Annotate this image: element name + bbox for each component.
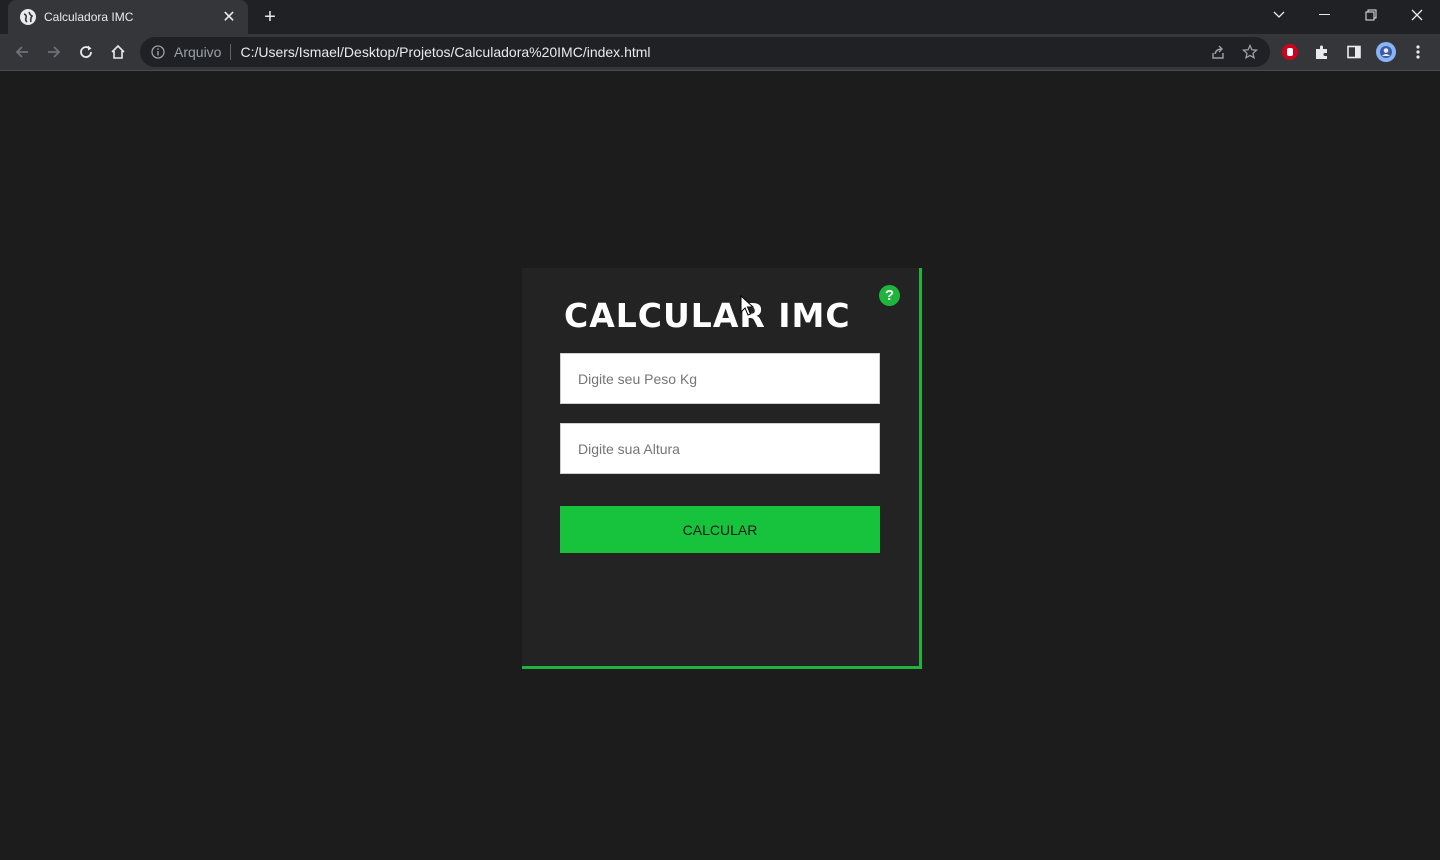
new-tab-icon[interactable]: + — [258, 6, 282, 28]
tab-search-icon[interactable] — [1256, 0, 1302, 30]
imc-calculator-card: ? CALCULAR IMC CALCULAR — [522, 268, 922, 669]
tab-title: Calculadora IMC — [44, 10, 134, 24]
window-controls — [1256, 0, 1440, 30]
address-scheme-label: Arquivo — [174, 44, 222, 60]
browser-tab-bar: Calculadora IMC ✕ + — [0, 0, 1440, 34]
profile-avatar-icon[interactable] — [1372, 38, 1400, 66]
restore-icon[interactable] — [1348, 0, 1394, 30]
forward-icon[interactable] — [40, 38, 68, 66]
bookmark-star-icon[interactable] — [1238, 40, 1262, 64]
page-viewport: ? CALCULAR IMC CALCULAR — [0, 72, 1440, 860]
info-icon[interactable] — [150, 44, 166, 60]
browser-toolbar: Arquivo C:/Users/Ismael/Desktop/Projetos… — [0, 34, 1440, 71]
help-question-icon[interactable]: ? — [879, 285, 900, 306]
side-panel-icon[interactable] — [1340, 38, 1368, 66]
back-icon[interactable] — [8, 38, 36, 66]
calcular-button[interactable]: CALCULAR — [560, 506, 880, 553]
close-window-icon[interactable] — [1394, 0, 1440, 30]
adblock-extension-icon[interactable] — [1276, 38, 1304, 66]
mouse-cursor-icon — [740, 295, 754, 316]
share-icon[interactable] — [1206, 40, 1230, 64]
altura-input[interactable] — [560, 423, 880, 474]
close-tab-icon[interactable]: ✕ — [220, 8, 238, 26]
reload-icon[interactable] — [72, 38, 100, 66]
extensions-puzzle-icon[interactable] — [1308, 38, 1336, 66]
browser-tab[interactable]: Calculadora IMC ✕ — [8, 0, 248, 34]
address-url[interactable]: C:/Users/Ismael/Desktop/Projetos/Calcula… — [240, 44, 650, 60]
address-separator — [230, 44, 232, 60]
browser-menu-icon[interactable] — [1404, 38, 1432, 66]
home-icon[interactable] — [104, 38, 132, 66]
page-title: CALCULAR IMC — [564, 296, 851, 335]
globe-icon — [20, 9, 36, 25]
peso-input[interactable] — [560, 353, 880, 404]
minimize-icon[interactable] — [1302, 0, 1348, 30]
address-bar[interactable]: Arquivo C:/Users/Ismael/Desktop/Projetos… — [140, 37, 1270, 67]
extensions-area — [1276, 38, 1432, 66]
address-actions — [1206, 37, 1262, 67]
